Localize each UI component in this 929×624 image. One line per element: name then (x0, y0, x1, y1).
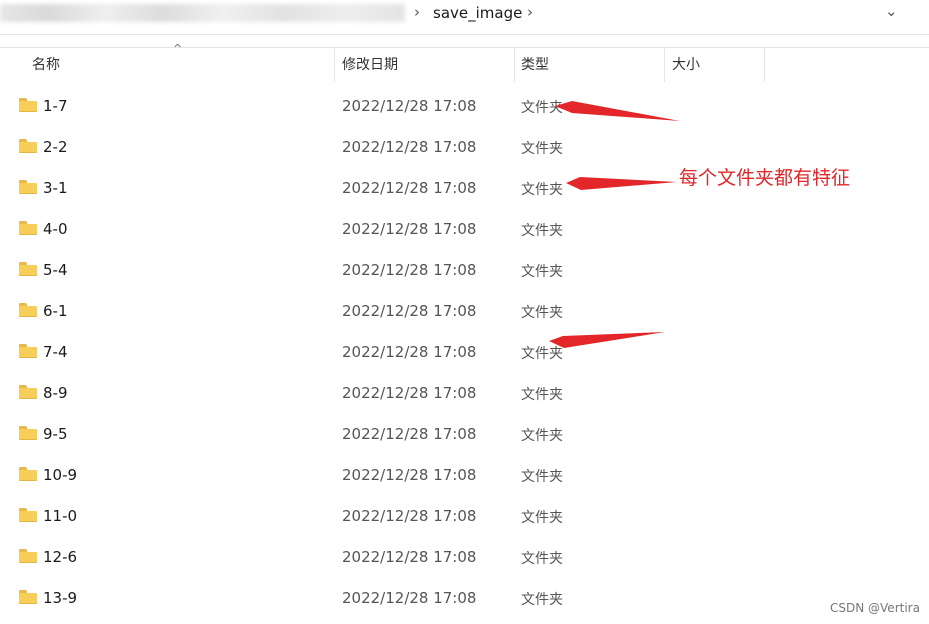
arrow-2 (566, 177, 677, 190)
annotation-text: 每个文件夹都有特征 (679, 167, 851, 189)
watermark: CSDN @Vertira (830, 601, 920, 615)
arrow-3 (549, 332, 665, 348)
annotation-arrows (549, 101, 680, 348)
arrow-1 (555, 101, 680, 121)
